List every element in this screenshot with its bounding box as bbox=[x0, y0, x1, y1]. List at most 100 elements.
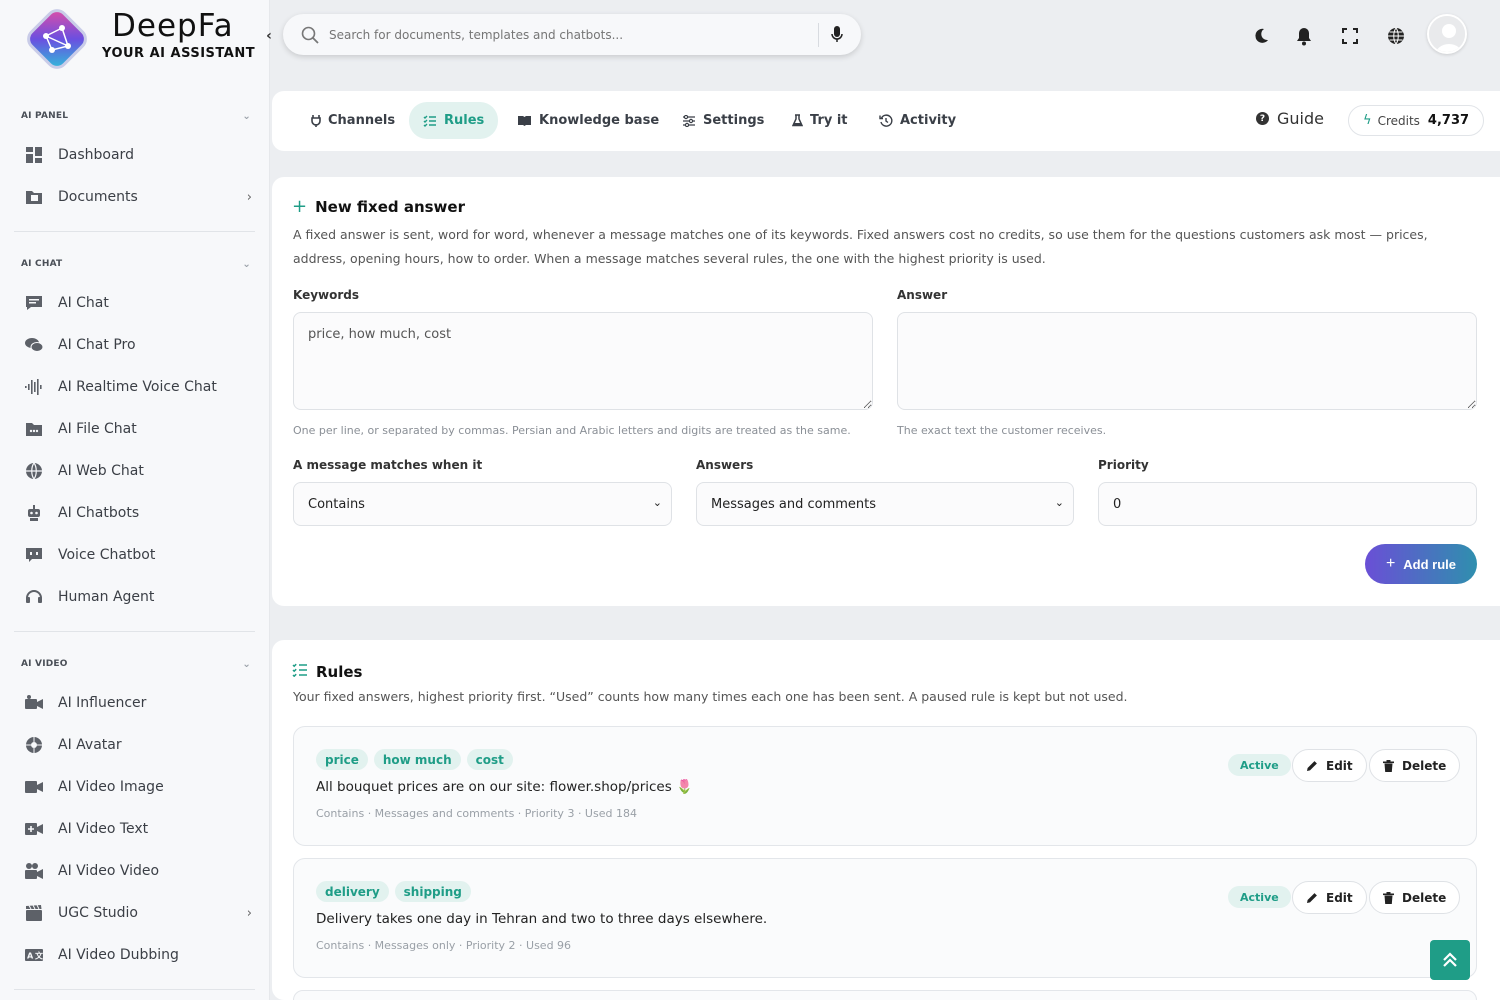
search-separator bbox=[818, 23, 819, 47]
plus-icon: + bbox=[292, 196, 308, 217]
answers-label: Answers bbox=[696, 458, 754, 472]
brand-logo[interactable]: DeepFa YOUR AI ASSISTANT bbox=[20, 4, 269, 74]
rule-item: delivery shipping Delivery takes one day… bbox=[293, 858, 1477, 978]
sidebar-item-label: AI Video Image bbox=[58, 779, 164, 795]
avatar[interactable] bbox=[1427, 14, 1467, 54]
search-input[interactable] bbox=[329, 27, 809, 42]
answer-hint: The exact text the customer receives. bbox=[897, 424, 1107, 437]
chevron-right-icon: › bbox=[246, 189, 252, 205]
sidebar-item-human-agent[interactable]: Human Agent bbox=[24, 582, 252, 612]
rule-item: price how much cost All bouquet prices a… bbox=[293, 726, 1477, 846]
tab-try-it[interactable]: Try it bbox=[778, 102, 862, 139]
delete-button[interactable]: Delete bbox=[1369, 881, 1461, 914]
tab-rules[interactable]: Rules bbox=[409, 102, 499, 139]
search-bar[interactable] bbox=[283, 14, 861, 55]
sidebar-item-ai-file-chat[interactable]: AI File Chat bbox=[24, 414, 252, 444]
svg-text:文: 文 bbox=[35, 951, 44, 961]
delete-button[interactable]: Delete bbox=[1369, 749, 1461, 782]
sidebar-item-ai-video-video[interactable]: AI Video Video bbox=[24, 856, 252, 886]
sidebar-item-label: AI Influencer bbox=[58, 695, 147, 711]
sidebar-item-ai-chatbots[interactable]: AI Chatbots bbox=[24, 498, 252, 528]
status-badge: Active bbox=[1228, 754, 1291, 776]
priority-label: Priority bbox=[1098, 458, 1149, 472]
sliders-icon bbox=[682, 114, 696, 127]
guide-link[interactable]: ? Guide bbox=[1256, 109, 1324, 128]
sidebar-item-label: AI Web Chat bbox=[58, 463, 144, 479]
new-answer-description: A fixed answer is sent, word for word, w… bbox=[293, 227, 1428, 266]
section-ai-chat[interactable]: AI CHAT ⌄ bbox=[21, 254, 251, 274]
rule-meta: Contains · Messages and comments · Prior… bbox=[316, 807, 637, 820]
sidebar-item-ai-realtime-voice-chat[interactable]: AI Realtime Voice Chat bbox=[24, 372, 252, 402]
microphone-icon[interactable] bbox=[829, 25, 845, 43]
edit-button[interactable]: Edit bbox=[1292, 881, 1367, 914]
tab-knowledge-base[interactable]: Knowledge base bbox=[503, 102, 673, 139]
divider bbox=[14, 231, 255, 232]
sidebar-collapse-button[interactable]: ‹ bbox=[259, 24, 279, 48]
fullscreen-icon bbox=[1342, 28, 1358, 44]
tab-label: Knowledge base bbox=[539, 113, 660, 128]
add-rule-button[interactable]: + Add rule bbox=[1365, 544, 1477, 584]
sidebar-item-voice-chatbot[interactable]: Voice Chatbot bbox=[24, 540, 252, 570]
logo-mark-icon bbox=[27, 9, 87, 69]
chevron-down-icon: ⌄ bbox=[242, 258, 251, 270]
match-label: A message matches when it bbox=[293, 458, 483, 472]
keyword-tag: price bbox=[316, 749, 368, 770]
user-icon bbox=[1429, 16, 1465, 52]
voice-bot-icon bbox=[24, 545, 44, 565]
tabs-bar: Channels Rules Knowledge base Settings T… bbox=[272, 91, 1500, 151]
sidebar-item-ai-chat-pro[interactable]: AI Chat Pro bbox=[24, 330, 252, 360]
answers-select[interactable]: Messages and comments bbox=[696, 482, 1074, 526]
language-button[interactable] bbox=[1385, 25, 1407, 47]
keywords-hint: One per line, or separated by commas. Pe… bbox=[293, 424, 851, 437]
sidebar-item-ai-chat[interactable]: AI Chat bbox=[24, 288, 252, 318]
pencil-icon bbox=[1306, 760, 1318, 772]
keywords-field[interactable]: price, how much, cost bbox=[293, 312, 873, 410]
video-plus-icon bbox=[24, 819, 44, 839]
priority-input[interactable] bbox=[1098, 482, 1477, 526]
sidebar-item-documents[interactable]: Documents › bbox=[24, 182, 252, 212]
new-answer-title: New fixed answer bbox=[315, 197, 465, 216]
card-title: + New fixed answer bbox=[292, 196, 465, 217]
video-person-icon bbox=[24, 693, 44, 713]
section-ai-video[interactable]: AI VIDEO ⌄ bbox=[21, 654, 251, 674]
search-icon bbox=[301, 26, 319, 44]
sidebar-item-label: AI Avatar bbox=[58, 737, 122, 753]
sidebar-item-ai-web-chat[interactable]: AI Web Chat bbox=[24, 456, 252, 486]
robot-icon bbox=[24, 503, 44, 523]
delete-label: Delete bbox=[1402, 890, 1447, 905]
fullscreen-button[interactable] bbox=[1339, 25, 1361, 47]
globe-icon bbox=[1388, 27, 1404, 45]
sidebar-item-ai-avatar[interactable]: AI Avatar bbox=[24, 730, 252, 760]
sidebar-item-ai-video-dubbing[interactable]: A文 AI Video Dubbing bbox=[24, 940, 252, 970]
sidebar-item-dashboard[interactable]: Dashboard bbox=[24, 140, 252, 170]
sidebar-item-ugc-studio[interactable]: UGC Studio › bbox=[24, 898, 252, 928]
keyword-tag: delivery bbox=[316, 881, 389, 902]
sidebar-item-label: Voice Chatbot bbox=[58, 547, 156, 563]
sidebar-item-ai-influencer[interactable]: AI Influencer bbox=[24, 688, 252, 718]
sidebar-item-ai-video-text[interactable]: AI Video Text bbox=[24, 814, 252, 844]
sidebar-item-label: AI Realtime Voice Chat bbox=[58, 379, 217, 395]
checklist-icon bbox=[423, 115, 437, 127]
section-ai-panel[interactable]: AI PANEL ⌄ bbox=[21, 106, 251, 126]
edit-button[interactable]: Edit bbox=[1292, 749, 1367, 782]
trash-icon bbox=[1383, 891, 1394, 904]
bolt-icon: ϟ bbox=[1363, 113, 1372, 128]
notifications-button[interactable] bbox=[1293, 25, 1315, 47]
tab-activity[interactable]: Activity bbox=[865, 102, 970, 139]
dark-mode-toggle[interactable] bbox=[1250, 25, 1272, 47]
plug-icon bbox=[311, 114, 321, 127]
tab-label: Channels bbox=[328, 113, 396, 128]
credits-badge[interactable]: ϟ Credits 4,737 bbox=[1348, 105, 1485, 136]
add-rule-label: Add rule bbox=[1403, 556, 1457, 572]
match-select[interactable]: Contains bbox=[293, 482, 672, 526]
answer-field[interactable] bbox=[897, 312, 1477, 410]
match-select-wrap: Contains ⌄ bbox=[293, 482, 672, 526]
sidebar-item-ai-video-image[interactable]: AI Video Image bbox=[24, 772, 252, 802]
keyword-tag: how much bbox=[373, 749, 461, 770]
sidebar-item-label: AI Video Dubbing bbox=[58, 947, 179, 963]
scroll-to-top-button[interactable] bbox=[1430, 940, 1470, 980]
chats-icon bbox=[24, 335, 44, 355]
tab-settings[interactable]: Settings bbox=[668, 102, 778, 139]
tab-channels[interactable]: Channels bbox=[297, 102, 409, 139]
brand-tagline: YOUR AI ASSISTANT bbox=[102, 46, 256, 61]
